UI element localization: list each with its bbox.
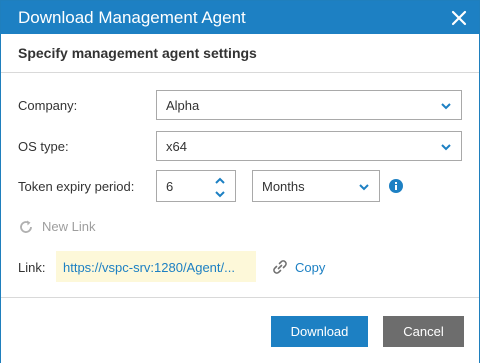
- os-type-value: x64: [166, 139, 187, 154]
- new-link-label: New Link: [42, 219, 96, 234]
- period-unit-select[interactable]: Months: [252, 170, 380, 202]
- dialog-titlebar: Download Management Agent: [1, 1, 479, 34]
- chevron-down-icon: [441, 144, 451, 151]
- agent-link-box: https://vspc-srv:1280/Agent/...: [56, 251, 256, 282]
- close-button[interactable]: [449, 8, 469, 28]
- dialog-title: Download Management Agent: [18, 8, 246, 27]
- download-agent-dialog: Download Management Agent Specify manage…: [0, 0, 480, 363]
- dialog-footer: Download Cancel: [1, 297, 479, 363]
- link-icon: [273, 260, 287, 274]
- os-type-label: OS type:: [18, 139, 69, 154]
- cancel-button[interactable]: Cancel: [383, 316, 464, 347]
- token-expiry-stepper: [156, 170, 236, 202]
- download-button[interactable]: Download: [271, 316, 368, 347]
- company-label: Company:: [18, 98, 78, 113]
- company-value: Alpha: [166, 98, 200, 113]
- token-expiry-label: Token expiry period:: [18, 179, 135, 194]
- token-expiry-input[interactable]: [157, 171, 216, 201]
- copy-label: Copy: [295, 260, 326, 275]
- company-select[interactable]: Alpha: [156, 90, 462, 120]
- chevron-down-icon: [215, 191, 225, 198]
- info-icon[interactable]: [389, 179, 403, 193]
- os-type-select[interactable]: x64: [156, 131, 462, 161]
- agent-download-link[interactable]: https://vspc-srv:1280/Agent/...: [63, 260, 235, 275]
- dialog-header: Specify management agent settings: [1, 34, 479, 73]
- decrement-button[interactable]: [213, 187, 227, 199]
- period-unit-value: Months: [262, 179, 305, 194]
- chevron-down-icon: [359, 184, 369, 191]
- close-icon: [451, 10, 467, 26]
- section-heading: Specify management agent settings: [18, 45, 257, 61]
- refresh-icon: [20, 220, 32, 233]
- chevron-up-icon: [215, 177, 225, 184]
- link-label: Link:: [18, 260, 46, 275]
- increment-button[interactable]: [213, 174, 227, 186]
- chevron-down-icon: [441, 103, 451, 110]
